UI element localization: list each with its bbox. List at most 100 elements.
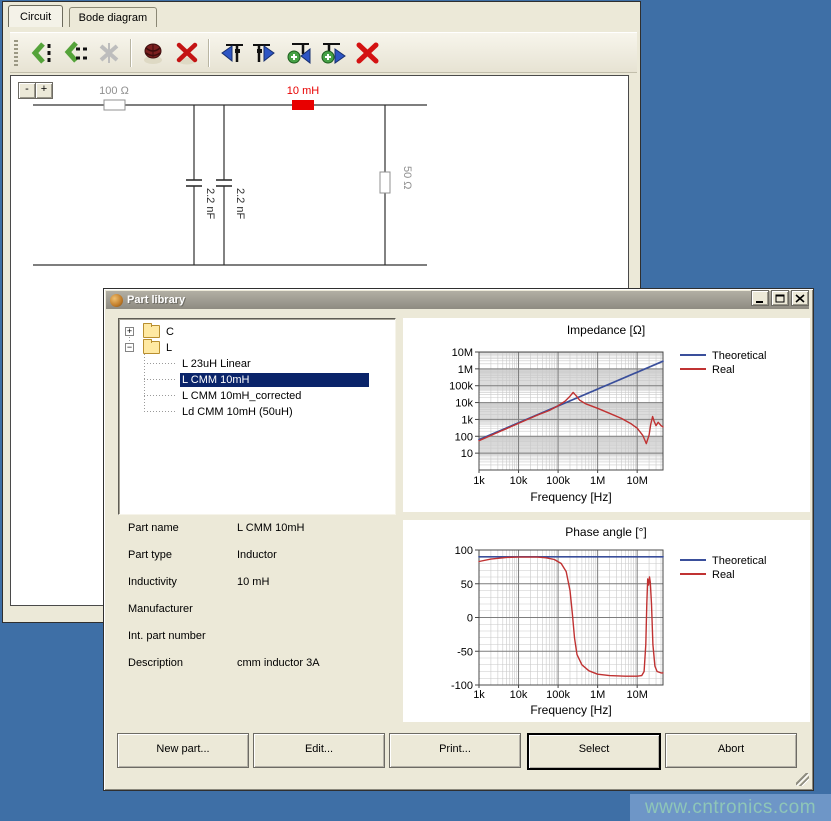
svg-text:-100: -100	[451, 680, 473, 692]
probe-previous-icon[interactable]	[214, 37, 248, 69]
delete-probe-icon[interactable]	[350, 37, 384, 69]
svg-text:100k: 100k	[546, 689, 570, 701]
dialog-titlebar[interactable]: Part library	[106, 291, 809, 309]
toolbar-grip-handle[interactable]	[14, 40, 18, 66]
tree-item[interactable]: L 23uH Linear	[180, 356, 253, 371]
detail-value: 10 mH	[237, 576, 497, 588]
inductor-label: 10 mH	[287, 85, 319, 97]
add-probe-before-icon[interactable]	[282, 37, 316, 69]
svg-text:Real: Real	[712, 569, 735, 581]
detail-label: Manufacturer	[128, 603, 233, 615]
tree-item[interactable]: Ld CMM 10mH (50uH)	[180, 404, 295, 419]
assign-real-part-bug-icon[interactable]	[136, 37, 170, 69]
remove-real-part-icon[interactable]	[170, 37, 204, 69]
svg-text:Phase angle [°]: Phase angle [°]	[565, 525, 647, 539]
tab-strip: Circuit Bode diagram	[8, 5, 158, 31]
tree-item-label: L 23uH Linear	[180, 357, 253, 371]
tree-item-selected[interactable]: L CMM 10mH	[180, 372, 369, 387]
part-library-app-icon	[110, 294, 123, 307]
svg-text:100: 100	[455, 431, 473, 443]
resize-grip[interactable]	[796, 773, 809, 786]
minimize-button[interactable]	[751, 290, 769, 306]
tree-connector	[144, 379, 176, 380]
svg-text:1k: 1k	[473, 475, 485, 487]
detail-label: Inductivity	[128, 576, 233, 588]
svg-text:1k: 1k	[461, 414, 473, 426]
svg-text:0: 0	[467, 613, 473, 625]
detail-label: Int. part number	[128, 630, 233, 642]
svg-text:10: 10	[461, 448, 473, 460]
svg-text:10M: 10M	[626, 689, 647, 701]
delete-component-disabled-icon	[92, 37, 126, 69]
zoom-in-button[interactable]: +	[35, 82, 53, 99]
svg-text:100k: 100k	[449, 381, 473, 393]
component-capacitor-2[interactable]: 2.2 nF	[216, 180, 246, 219]
detail-value: L CMM 10mH	[237, 522, 497, 534]
capacitor1-label: 2.2 nF	[204, 188, 216, 219]
print-button[interactable]: Print...	[389, 733, 521, 768]
tree-connector	[144, 351, 145, 411]
toolbar	[10, 32, 637, 73]
part-library-dialog: Part library + C − L L 23uH Linear L CMM…	[103, 288, 814, 791]
maximize-button[interactable]	[771, 290, 789, 306]
component-series-resistor[interactable]: 100 Ω	[99, 85, 129, 110]
svg-text:Real: Real	[712, 364, 735, 376]
tree-item-label: L CMM 10mH	[180, 373, 369, 387]
svg-text:Frequency [Hz]: Frequency [Hz]	[530, 490, 611, 504]
part-tree[interactable]: + C − L L 23uH Linear L CMM 10mH L CMM 1…	[118, 318, 396, 515]
folder-icon	[143, 325, 160, 338]
tree-connector	[144, 395, 176, 396]
svg-text:1M: 1M	[590, 689, 605, 701]
detail-label: Description	[128, 657, 233, 669]
tab-bode-diagram[interactable]: Bode diagram	[69, 7, 158, 27]
component-capacitor-1[interactable]: 2.2 nF	[186, 180, 216, 219]
svg-text:10k: 10k	[510, 689, 528, 701]
tree-item-label: Ld CMM 10mH (50uH)	[180, 405, 295, 419]
watermark-band: www.cntronics.com	[630, 794, 831, 821]
edit-button[interactable]: Edit...	[253, 733, 385, 768]
flip-component-vertical-icon[interactable]	[58, 37, 92, 69]
tree-item[interactable]: L CMM 10mH_corrected	[180, 388, 303, 403]
tree-folder-label: L	[164, 341, 174, 355]
tree-folder-C[interactable]: + C	[125, 324, 176, 339]
zoom-out-button[interactable]: -	[18, 82, 36, 99]
toolbar-separator	[130, 39, 132, 67]
svg-text:10k: 10k	[510, 475, 528, 487]
svg-text:100k: 100k	[546, 475, 570, 487]
tree-connector	[144, 363, 176, 364]
new-part-button[interactable]: New part...	[117, 733, 249, 768]
folder-icon	[143, 341, 160, 354]
component-inductor[interactable]: 10 mH	[287, 85, 319, 110]
select-button[interactable]: Select	[527, 733, 661, 770]
capacitor2-label: 2.2 nF	[234, 188, 246, 219]
svg-text:Theoretical: Theoretical	[712, 555, 766, 567]
abort-button[interactable]: Abort	[665, 733, 797, 768]
close-button[interactable]	[791, 290, 809, 306]
tab-circuit[interactable]: Circuit	[8, 5, 63, 27]
svg-text:10k: 10k	[455, 398, 473, 410]
window-controls	[749, 289, 809, 307]
dialog-title: Part library	[127, 294, 185, 306]
add-probe-after-icon[interactable]	[316, 37, 350, 69]
tree-item-label: L CMM 10mH_corrected	[180, 389, 303, 403]
series-resistor-label: 100 Ω	[99, 85, 129, 97]
svg-text:10M: 10M	[452, 347, 473, 359]
svg-text:Frequency [Hz]: Frequency [Hz]	[530, 703, 611, 717]
detail-value: Inductor	[237, 549, 497, 561]
toolbar-separator	[208, 39, 210, 67]
load-resistor-label: 50 Ω	[401, 166, 413, 190]
tree-folder-L[interactable]: − L	[125, 340, 174, 355]
svg-text:Impedance [Ω]: Impedance [Ω]	[567, 323, 645, 337]
tree-folder-label: C	[164, 325, 176, 339]
detail-value: cmm inductor 3A	[237, 657, 497, 669]
detail-label: Part type	[128, 549, 233, 561]
expand-icon[interactable]: +	[125, 327, 134, 336]
svg-text:1M: 1M	[590, 475, 605, 487]
collapse-icon[interactable]: −	[125, 343, 134, 352]
svg-text:1k: 1k	[473, 689, 485, 701]
detail-label: Part name	[128, 522, 233, 534]
watermark-text: www.cntronics.com	[645, 797, 816, 819]
flip-component-left-icon[interactable]	[24, 37, 58, 69]
svg-text:Theoretical: Theoretical	[712, 350, 766, 362]
probe-next-icon[interactable]	[248, 37, 282, 69]
